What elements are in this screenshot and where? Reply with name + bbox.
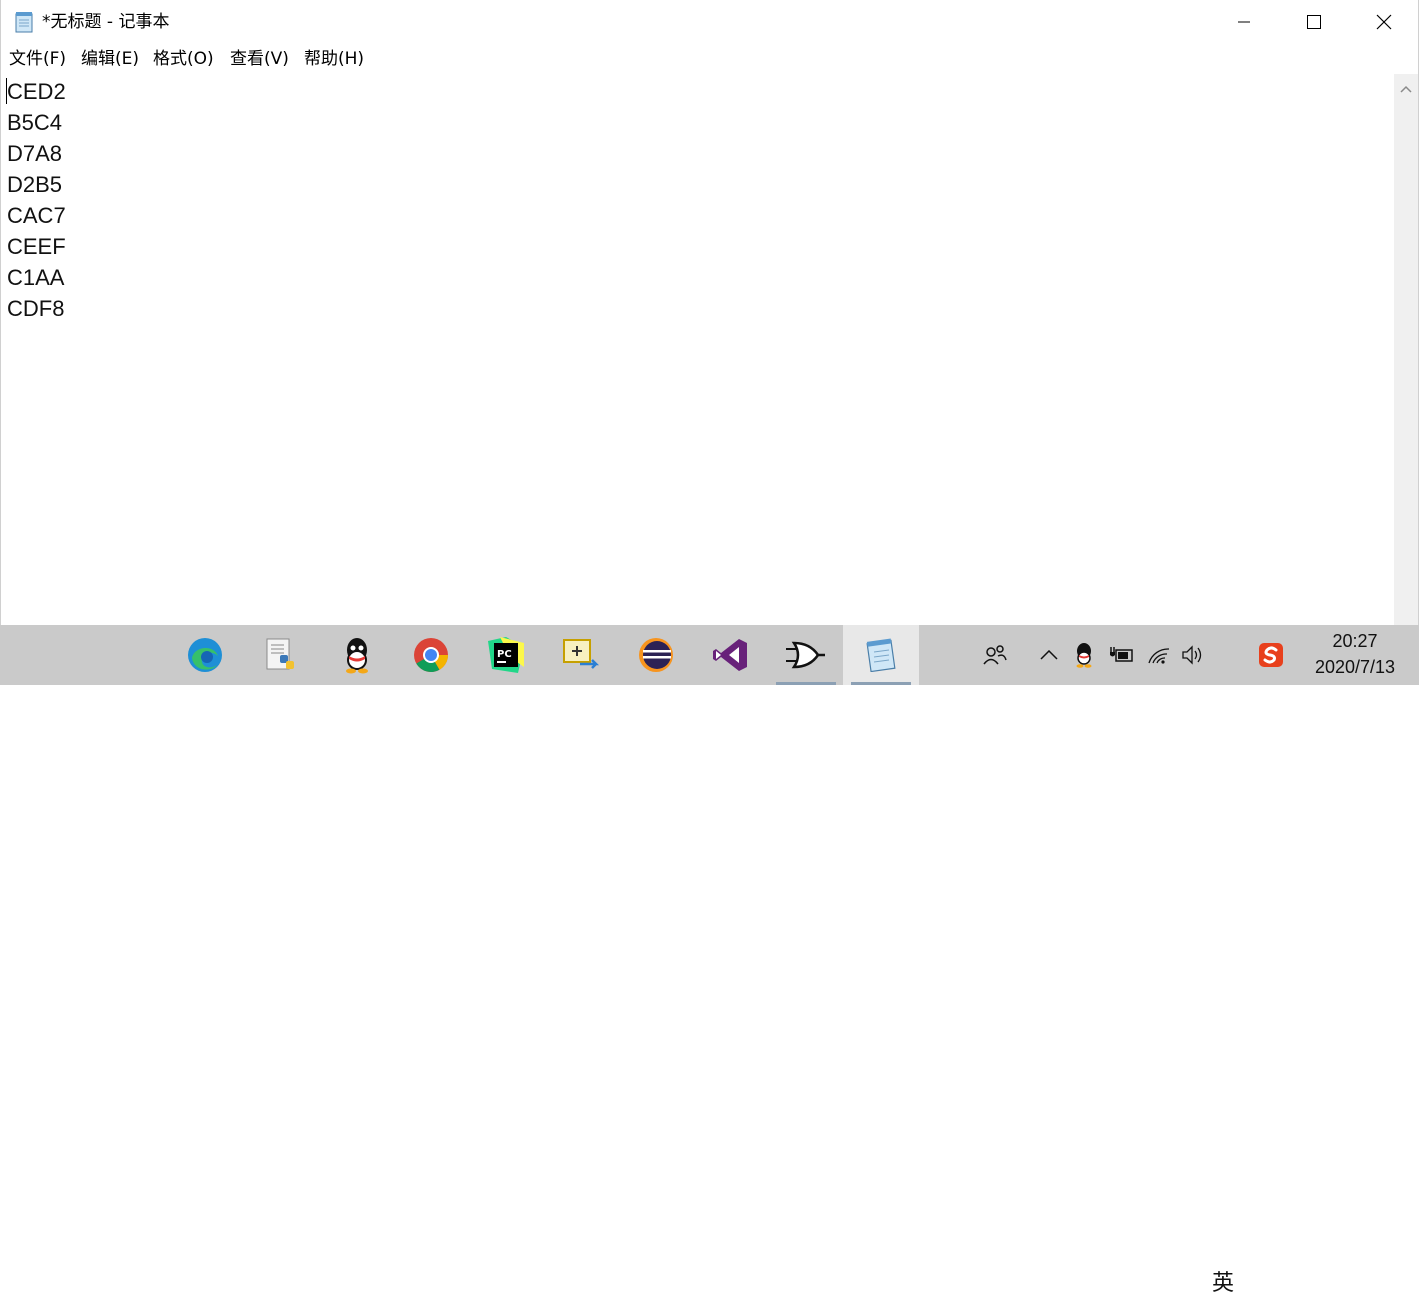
notepad-window: *无标题 - 记事本 文件(F) 编辑(E) 格式(O) 查看(V) 帮助(H)…	[0, 0, 1419, 625]
text-line: B5C4	[7, 110, 63, 135]
qq-icon	[1076, 643, 1092, 668]
menu-format[interactable]: 格式(O)	[153, 46, 214, 72]
close-button[interactable]	[1349, 0, 1419, 44]
notepad-icon	[866, 638, 896, 672]
text-line: CDF8	[7, 296, 65, 321]
qq-icon	[346, 638, 368, 674]
wifi-icon	[1148, 648, 1170, 664]
tray-sogou-ime[interactable]	[1254, 625, 1288, 685]
eclipse-icon	[639, 638, 673, 672]
taskbar-app-notepad[interactable]	[843, 625, 919, 685]
tray-wifi[interactable]	[1144, 625, 1174, 685]
menu-view[interactable]: 查看(V)	[230, 46, 289, 72]
vertical-scrollbar[interactable]	[1394, 74, 1418, 625]
scroll-up-button[interactable]	[1394, 74, 1418, 104]
volume-icon	[1182, 645, 1202, 665]
sogou-input-icon	[1259, 643, 1283, 667]
text-line: CAC7	[7, 203, 66, 228]
text-line: CEEF	[7, 234, 66, 259]
maximize-icon	[1307, 15, 1321, 29]
close-icon	[1376, 14, 1392, 30]
visual-studio-icon	[713, 639, 747, 671]
tray-battery[interactable]	[1106, 625, 1136, 685]
minimize-button[interactable]	[1209, 0, 1279, 44]
tray-people-button[interactable]	[978, 625, 1012, 685]
taskbar-app-eclipse[interactable]	[618, 625, 694, 685]
window-title: *无标题 - 记事本	[42, 12, 170, 32]
taskbar-app-visual-studio[interactable]	[693, 625, 769, 685]
taskbar-app-snipping[interactable]	[543, 625, 619, 685]
python-idle-icon	[266, 638, 294, 670]
clock-time[interactable]: 20:27	[1300, 631, 1410, 652]
taskbar-app-qq[interactable]	[319, 625, 395, 685]
logic-gate-app-icon	[786, 641, 825, 669]
taskbar-app-logic[interactable]	[768, 625, 844, 685]
taskbar: PC 英	[0, 625, 1419, 1296]
battery-plug-icon	[1110, 647, 1133, 662]
tray-overflow-button[interactable]	[1036, 625, 1062, 685]
menu-bar: 文件(F) 编辑(E) 格式(O) 查看(V) 帮助(H)	[1, 46, 1418, 72]
text-line: D7A8	[7, 141, 63, 166]
minimize-icon	[1238, 21, 1250, 23]
tray-qq[interactable]	[1070, 625, 1098, 685]
taskbar-app-python[interactable]	[243, 625, 319, 685]
menu-edit[interactable]: 编辑(E)	[81, 46, 139, 72]
chevron-up-icon	[1400, 85, 1412, 93]
people-icon	[983, 645, 1007, 665]
edge-icon	[188, 638, 222, 672]
chrome-icon	[414, 638, 448, 672]
chevron-up-icon	[1040, 650, 1058, 660]
menu-file[interactable]: 文件(F)	[9, 46, 66, 72]
text-editor[interactable]	[1, 74, 1394, 625]
title-bar[interactable]: *无标题 - 记事本	[1, 0, 1418, 44]
notepad-icon	[15, 12, 33, 33]
text-line: D2B5	[7, 172, 63, 197]
text-line: CED2	[7, 79, 66, 104]
taskbar-app-edge[interactable]	[167, 625, 243, 685]
tray-volume[interactable]	[1178, 625, 1208, 685]
text-line: C1AA	[7, 265, 65, 290]
clock-date[interactable]: 2020/7/13	[1300, 657, 1410, 678]
pycharm-icon: PC	[488, 637, 524, 673]
ime-language-indicator[interactable]: 英	[1212, 1265, 1234, 1297]
maximize-button[interactable]	[1279, 0, 1349, 44]
snipping-tool-icon	[563, 639, 600, 669]
svg-text:PC: PC	[497, 649, 512, 660]
taskbar-app-pycharm[interactable]: PC	[468, 625, 544, 685]
menu-help[interactable]: 帮助(H)	[304, 46, 364, 72]
taskbar-app-chrome[interactable]	[393, 625, 469, 685]
